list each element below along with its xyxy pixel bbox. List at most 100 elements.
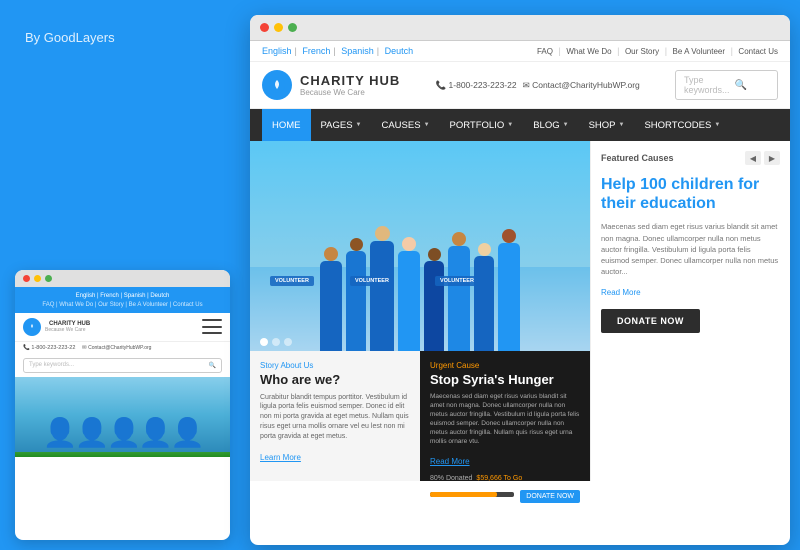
logo-text: CHARITY HUB Because We Care — [300, 73, 400, 97]
donation-bar-fill — [430, 492, 497, 497]
volunteer-text-3: VOLUNTEER — [435, 276, 479, 286]
story-section: Story About Us Who are we? Curabitur bla… — [250, 351, 420, 481]
search-icon: 🔍 — [735, 80, 769, 91]
top-contact[interactable]: Contact Us — [738, 47, 778, 56]
mobile-logo-name: CHARITY HUB — [49, 321, 90, 327]
featured-donate-button[interactable]: DONATE NOW — [601, 309, 700, 333]
browser-phone: 📞 1-800-223-223-22 — [436, 80, 517, 91]
browser-mockup: English| French| Spanish| Deutch FAQ | W… — [250, 15, 790, 545]
featured-title: Featured Causes — [601, 153, 674, 163]
lang-french[interactable]: French — [302, 46, 330, 56]
browser-chrome — [250, 15, 790, 41]
logo-area: CHARITY HUB Because We Care — [262, 70, 400, 100]
browser-dot-yellow — [274, 23, 283, 32]
featured-read-more[interactable]: Read More — [601, 288, 780, 297]
content-area: VOLUNTEER VOLUNTEER VOLUNTEER — [250, 141, 790, 481]
volunteer-person-7 — [474, 243, 494, 351]
logo-name: CHARITY HUB — [300, 73, 400, 88]
chevron-down-icon: ▼ — [619, 122, 625, 128]
slider-dot-2[interactable] — [272, 338, 280, 346]
chevron-down-icon: ▼ — [424, 122, 430, 128]
main-navigation: HOME PAGES ▼ CAUSES ▼ PORTFOLIO ▼ BLOG ▼… — [250, 109, 790, 141]
mobile-chrome-dots — [15, 270, 230, 287]
person-head — [324, 247, 338, 261]
chevron-down-icon: ▼ — [563, 122, 569, 128]
nav-causes[interactable]: CAUSES ▼ — [371, 109, 439, 141]
volunteer-person-5 — [424, 248, 444, 351]
story-text: Curabitur blandit tempus porttitor. Vest… — [260, 393, 410, 442]
hero-image: VOLUNTEER VOLUNTEER VOLUNTEER — [250, 141, 590, 351]
top-volunteer[interactable]: Be A Volunteer — [673, 47, 726, 56]
urgent-read-more[interactable]: Read More — [430, 457, 470, 466]
main-content-column: VOLUNTEER VOLUNTEER VOLUNTEER — [250, 141, 590, 481]
mobile-search-box[interactable]: Type keywords... 🔍 — [23, 358, 222, 373]
slider-dot-1[interactable] — [260, 338, 268, 346]
chevron-down-icon: ▼ — [356, 122, 362, 128]
volunteer-text-1: VOLUNTEER — [270, 276, 314, 286]
header-search[interactable]: Type keywords... 🔍 — [675, 70, 778, 100]
mobile-logo-row: CHARITY HUB Because We Care — [15, 313, 230, 341]
mobile-lang-links: English | French | Spanish | Deutch — [23, 292, 222, 302]
volunteer-person-2 — [346, 238, 366, 351]
top-nav-links: FAQ | What We Do | Our Story | Be A Volu… — [537, 46, 778, 56]
featured-header: Featured Causes ◀ ▶ — [601, 151, 780, 165]
slider-dot-3[interactable] — [284, 338, 292, 346]
lang-spanish[interactable]: Spanish — [341, 46, 374, 56]
top-our-story[interactable]: Our Story — [625, 47, 659, 56]
mobile-logo-tagline: Because We Care — [45, 327, 90, 333]
volunteer-text-2: VOLUNTEER — [350, 276, 394, 286]
slider-dots — [260, 338, 292, 346]
mobile-logo-circle — [23, 318, 41, 336]
featured-prev-arrow[interactable]: ◀ — [745, 151, 761, 165]
search-placeholder-text: Type keywords... — [684, 75, 730, 95]
mobile-hero-image: 👤👤👤👤👤 — [15, 377, 230, 457]
mobile-search-icon: 🔍 — [209, 362, 216, 369]
nav-home[interactable]: HOME — [262, 109, 311, 141]
logo-icon — [262, 70, 292, 100]
donation-progress-row: 80% Donated $59,666 To Go DONATE NOW — [430, 475, 580, 503]
browser-email: ✉ Contact@CharityHubWP.org — [523, 80, 640, 91]
story-learn-more[interactable]: Learn More — [260, 453, 301, 462]
mobile-search-row: Type keywords... 🔍 — [15, 354, 230, 377]
volunteer-person-1 — [320, 247, 342, 351]
top-what-we-do[interactable]: What We Do — [566, 47, 611, 56]
person-body — [320, 261, 342, 351]
featured-cause-title: Help 100 children for their education — [601, 175, 780, 213]
email-icon: ✉ — [523, 80, 532, 90]
mobile-dot-green — [45, 275, 52, 282]
mobile-contact-row: 📞 1-800-223-223-22 ✉ Contact@CharityHubW… — [15, 341, 230, 354]
lang-english[interactable]: English — [262, 46, 292, 56]
volunteer-person-4 — [398, 237, 420, 351]
hamburger-menu-icon[interactable] — [202, 319, 222, 334]
featured-cause-text: Maecenas sed diam eget risus varius blan… — [601, 221, 780, 277]
mobile-dot-red — [23, 275, 30, 282]
mobile-nav-top: English | French | Spanish | Deutch FAQ … — [15, 287, 230, 313]
mobile-nav-links: FAQ | What We Do | Our Story | Be A Volu… — [23, 302, 222, 308]
mobile-mockup: English | French | Spanish | Deutch FAQ … — [15, 270, 230, 540]
lang-deutch[interactable]: Deutch — [385, 46, 414, 56]
urgent-title: Stop Syria's Hunger — [430, 372, 580, 388]
urgent-label: Urgent Cause — [430, 361, 580, 370]
volunteer-group — [250, 181, 590, 351]
phone-icon: 📞 — [436, 80, 449, 90]
top-faq[interactable]: FAQ — [537, 47, 553, 56]
browser-dot-green — [288, 23, 297, 32]
nav-pages[interactable]: PAGES ▼ — [311, 109, 372, 141]
featured-arrows: ◀ ▶ — [745, 151, 780, 165]
hero-slider: VOLUNTEER VOLUNTEER VOLUNTEER — [250, 141, 590, 351]
nav-shortcodes[interactable]: SHORTCODES ▼ — [634, 109, 730, 141]
volunteer-silhouettes: 👤👤👤👤👤 — [43, 416, 202, 449]
featured-next-arrow[interactable]: ▶ — [764, 151, 780, 165]
browser-dot-red — [260, 23, 269, 32]
volunteer-person-6 — [448, 232, 470, 351]
logo-tagline: Because We Care — [300, 88, 400, 97]
chevron-down-icon: ▼ — [714, 122, 720, 128]
urgent-section: Urgent Cause Stop Syria's Hunger Maecena… — [420, 351, 590, 481]
donation-bar — [430, 492, 514, 497]
nav-blog[interactable]: BLOG ▼ — [523, 109, 578, 141]
story-label: Story About Us — [260, 361, 410, 370]
nav-shop[interactable]: SHOP ▼ — [579, 109, 635, 141]
donate-amount: $59,666 To Go — [476, 475, 522, 482]
urgent-donate-button[interactable]: DONATE NOW — [520, 490, 580, 503]
nav-portfolio[interactable]: PORTFOLIO ▼ — [440, 109, 524, 141]
